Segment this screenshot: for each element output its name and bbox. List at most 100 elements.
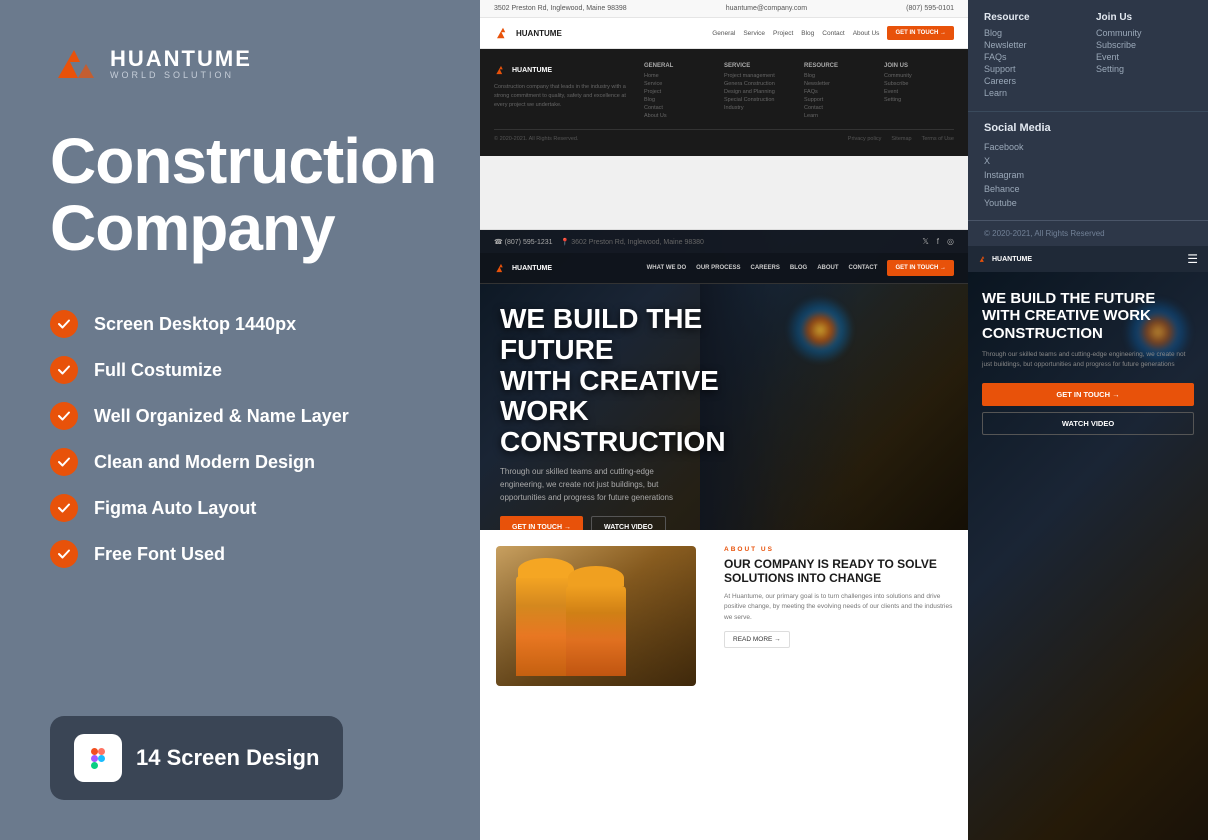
social-item[interactable]: Youtube <box>984 196 1192 210</box>
read-more-button[interactable]: READ MORE → <box>724 631 790 648</box>
right-nav-item[interactable]: FAQs <box>984 51 1080 63</box>
right-nav-item[interactable]: Learn <box>984 87 1080 99</box>
footer-logo: HUANTUME <box>512 67 552 74</box>
nav-link[interactable]: Project <box>773 30 793 37</box>
footer-col-item: Event <box>884 89 954 95</box>
list-item: Screen Desktop 1440px <box>50 310 430 338</box>
hero-nav-link[interactable]: BLOG <box>790 265 807 271</box>
hero-nav-link[interactable]: CAREERS <box>751 265 780 271</box>
center-panel: 3502 Preston Rd, Inglewood, Maine 98398 … <box>480 0 968 840</box>
mobile-hero-buttons: GET IN TOUCH → WATCH VIDEO <box>982 383 1194 435</box>
terms-link[interactable]: Terms of Use <box>922 136 954 142</box>
footer-col-item: Blog <box>804 73 874 79</box>
nav-link[interactable]: About Us <box>853 30 880 37</box>
left-panel: HUANTUME WORLD SOLUTION Construction Com… <box>0 0 480 840</box>
footer-col-item: Newsletter <box>804 81 874 87</box>
footer-copyright: © 2020-2021. All Rights Reserved. <box>494 136 578 142</box>
right-nav-item[interactable]: Event <box>1096 51 1192 63</box>
hero-cta-button[interactable]: GET IN TOUCH → <box>500 516 583 530</box>
mobile-logo: HUANTUME <box>992 256 1032 263</box>
features-list: Screen Desktop 1440px Full Costumize Wel… <box>50 310 430 568</box>
page-title: Construction Company <box>50 128 430 262</box>
mobile-hero: WE BUILD THE FUTURE WITH CREATIVE WORK C… <box>968 272 1208 840</box>
footer-col-item: Genera Construction <box>724 81 794 87</box>
footer-col-item: Blog <box>644 97 714 103</box>
footer-col-item: About Us <box>644 113 714 119</box>
footer-col-heading: Service <box>724 63 794 69</box>
footer-col-item: Learn <box>804 113 874 119</box>
footer-col-item: Setting <box>884 97 954 103</box>
feature-text: Free Font Used <box>94 544 225 565</box>
mockup-hero-preview: ☎ (807) 595-1231 📍 3602 Preston Rd, Ingl… <box>480 230 968 530</box>
hero-nav-logo: HUANTUME <box>512 265 552 272</box>
feature-text: Figma Auto Layout <box>94 498 256 519</box>
footer-col-item: Contact <box>804 105 874 111</box>
list-item: Full Costumize <box>50 356 430 384</box>
feature-text: Clean and Modern Design <box>94 452 315 473</box>
mobile-hero-title: WE BUILD THE FUTURE WITH CREATIVE WORK C… <box>982 290 1194 342</box>
right-nav-item[interactable]: Blog <box>984 27 1080 39</box>
social-fb[interactable]: f <box>937 237 939 246</box>
social-item[interactable]: Behance <box>984 182 1192 196</box>
footer-col-item: Support <box>804 97 874 103</box>
sitemap-link[interactable]: Sitemap <box>891 136 911 142</box>
about-body: At Huantume, our primary goal is to turn… <box>724 592 954 623</box>
right-nav-item[interactable]: Careers <box>984 75 1080 87</box>
nav-link[interactable]: Contact <box>822 30 844 37</box>
about-heading: OUR COMPANY IS READY TO SOLVE SOLUTIONS … <box>724 557 956 586</box>
right-panel: Resource Blog Newsletter FAQs Support Ca… <box>968 0 1208 840</box>
footer-col-item: Community <box>884 73 954 79</box>
footer-col-heading: Resource <box>804 63 874 69</box>
logo-sub: WORLD SOLUTION <box>110 70 252 80</box>
right-nav-item[interactable]: Newsletter <box>984 39 1080 51</box>
footer-col-item: Project <box>644 89 714 95</box>
nav-link[interactable]: Service <box>743 30 765 37</box>
right-nav-item[interactable]: Subscribe <box>1096 39 1192 51</box>
right-nav-item[interactable]: Community <box>1096 27 1192 39</box>
mobile-watch-button[interactable]: WATCH VIDEO <box>982 412 1194 435</box>
hero-nav-link[interactable]: WHAT WE DO <box>647 265 687 271</box>
footer-col-item: Service <box>644 81 714 87</box>
list-item: Well Organized & Name Layer <box>50 402 430 430</box>
nav-link[interactable]: General <box>712 30 735 37</box>
right-mobile-mockup: HUANTUME ☰ WE BUILD THE FUTURE WITH CREA… <box>968 246 1208 840</box>
check-icon <box>50 540 78 568</box>
mobile-cta-button[interactable]: GET IN TOUCH → <box>982 383 1194 406</box>
social-item[interactable]: Instagram <box>984 168 1192 182</box>
right-nav-item[interactable]: Setting <box>1096 63 1192 75</box>
nav-cta-button[interactable]: GET IN TOUCH → <box>887 26 954 40</box>
feature-text: Well Organized & Name Layer <box>94 406 349 427</box>
about-label: ABOUT US <box>724 546 956 553</box>
list-item: Free Font Used <box>50 540 430 568</box>
email-text: huantume@company.com <box>726 5 807 12</box>
hero-nav-link[interactable]: OUR PROCESS <box>696 265 740 271</box>
privacy-link[interactable]: Privacy policy <box>848 136 882 142</box>
hero-nav-link[interactable]: CONTACT <box>849 265 878 271</box>
nav-logo-text: HUANTUME <box>516 29 562 38</box>
check-icon <box>50 494 78 522</box>
hero-title: WE BUILD THE FUTURE WITH CREATIVE WORK C… <box>500 304 780 458</box>
social-x[interactable]: 𝕏 <box>922 237 928 246</box>
social-item[interactable]: Facebook <box>984 140 1192 154</box>
social-heading: Social Media <box>984 122 1192 134</box>
address-text: 3502 Preston Rd, Inglewood, Maine 98398 <box>494 5 627 12</box>
hero-watch-button[interactable]: WATCH VIDEO <box>591 516 666 530</box>
social-item[interactable]: X <box>984 154 1192 168</box>
feature-text: Screen Desktop 1440px <box>94 314 296 335</box>
mock-address-small: 📍 3602 Preston Rd, Inglewood, Maine 9838… <box>561 238 704 246</box>
social-ig[interactable]: ◎ <box>947 237 954 246</box>
mock-phone: ☎ (807) 595-1231 <box>494 238 553 246</box>
right-nav-heading: Join Us <box>1096 12 1192 23</box>
logo-icon <box>50 40 98 88</box>
footer-col-item: Special Construction <box>724 97 794 103</box>
hero-nav-link[interactable]: ABOUT <box>817 265 838 271</box>
footer-desc: Construction company that leads in the i… <box>494 83 634 109</box>
nav-link[interactable]: Blog <box>801 30 814 37</box>
right-nav-item[interactable]: Support <box>984 63 1080 75</box>
hero-nav-cta[interactable]: GET IN TOUCH → <box>887 260 954 276</box>
list-item: Figma Auto Layout <box>50 494 430 522</box>
logo-name: HUANTUME <box>110 48 252 70</box>
right-nav-heading: Resource <box>984 12 1080 23</box>
footer-col-item: Industry <box>724 105 794 111</box>
hamburger-icon[interactable]: ☰ <box>1187 253 1198 265</box>
